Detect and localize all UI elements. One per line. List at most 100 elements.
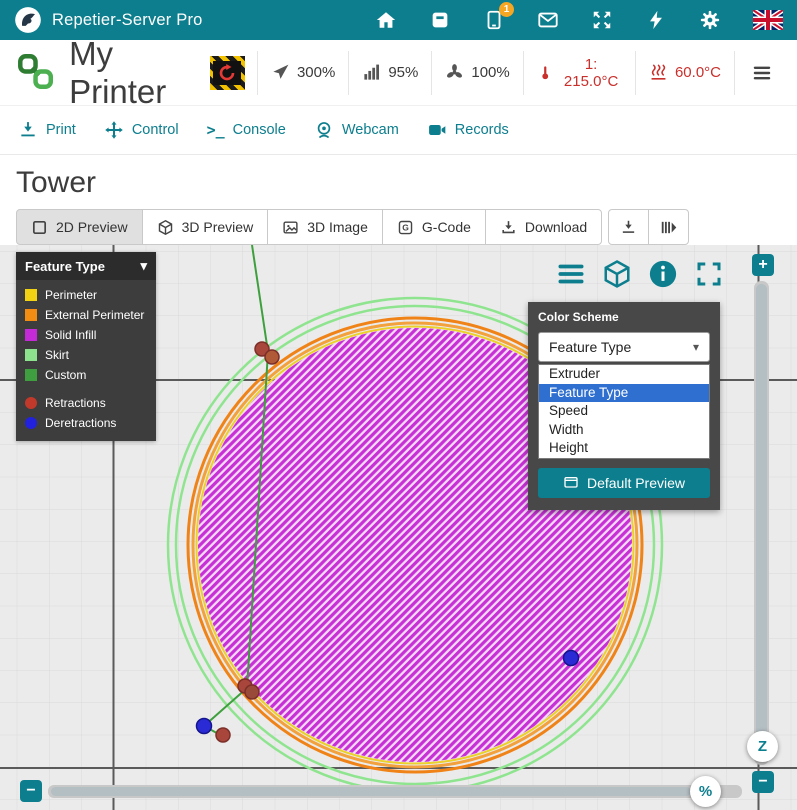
vertical-slider-track[interactable] xyxy=(754,281,769,765)
send-down-icon xyxy=(620,219,637,236)
legend-item-solid-infill[interactable]: Solid Infill xyxy=(16,325,156,345)
console-icon: >_ xyxy=(207,121,225,139)
messages-icon[interactable] xyxy=(537,9,559,31)
printer-link-icon xyxy=(14,50,57,96)
nav-icon-bar: 1 xyxy=(375,9,783,31)
horizontal-slider-track[interactable] xyxy=(48,785,742,798)
horizontal-minus-button[interactable]: − xyxy=(20,780,42,802)
default-preview-label: Default Preview xyxy=(587,475,685,491)
home-icon[interactable] xyxy=(375,9,397,31)
view-3d-preview-button[interactable]: 3D Preview xyxy=(142,209,269,245)
layers-play-icon xyxy=(660,219,677,236)
settings-gear-icon[interactable] xyxy=(699,9,721,31)
notification-badge: 1 xyxy=(499,2,514,17)
view-3d-preview-label: 3D Preview xyxy=(182,219,254,235)
tab-records[interactable]: Records xyxy=(427,120,509,140)
send-to-printer-button[interactable] xyxy=(608,209,649,245)
view-3d-image-button[interactable]: 3D Image xyxy=(267,209,383,245)
fan-icon xyxy=(445,63,464,82)
tab-webcam[interactable]: Webcam xyxy=(314,120,399,140)
view-gcode-label: G-Code xyxy=(422,219,471,235)
legend-label: External Perimeter xyxy=(45,308,144,322)
view-3d-image-label: 3D Image xyxy=(307,219,368,235)
expand-arrows-icon[interactable] xyxy=(591,9,613,31)
option-speed[interactable]: Speed xyxy=(539,402,709,421)
perimeter-swatch xyxy=(25,289,37,301)
legend-title: Feature Type xyxy=(25,259,105,274)
legend-label: Deretractions xyxy=(45,416,116,430)
tab-webcam-label: Webcam xyxy=(342,122,399,138)
checkbox-icon xyxy=(31,219,48,236)
bed-temp-value: 60.0°C xyxy=(675,64,721,81)
legend-item-external-perimeter[interactable]: External Perimeter xyxy=(16,305,156,325)
vertical-slider-handle[interactable] xyxy=(756,284,767,736)
option-height[interactable]: Height xyxy=(539,439,709,458)
printer-icon[interactable] xyxy=(429,9,451,31)
option-feature-type[interactable]: Feature Type xyxy=(539,384,709,403)
tab-console-label: Console xyxy=(233,122,286,138)
printer-name: My Printer xyxy=(69,35,210,111)
fan-value: 100% xyxy=(471,64,509,81)
external-perimeter-swatch xyxy=(25,309,37,321)
extruder-temp-button[interactable]: 1: 215.0°C xyxy=(523,51,635,95)
records-camera-icon xyxy=(427,120,447,140)
legend-panel: Feature Type ▾ Perimeter External Perime… xyxy=(16,252,156,441)
legend-body: Perimeter External Perimeter Solid Infil… xyxy=(16,280,156,441)
legend-item-custom[interactable]: Custom xyxy=(16,365,156,385)
tab-control[interactable]: Control xyxy=(104,120,179,140)
zoom-in-button[interactable]: + xyxy=(752,254,774,276)
percent-mode-button[interactable]: % xyxy=(690,776,721,807)
control-arrows-icon xyxy=(104,120,124,140)
thermometer-icon xyxy=(537,63,554,82)
default-preview-button[interactable]: Default Preview xyxy=(538,468,710,498)
image-icon xyxy=(282,219,299,236)
preview-cube-icon[interactable] xyxy=(602,259,632,289)
info-icon[interactable] xyxy=(648,259,678,289)
legend-item-skirt[interactable]: Skirt xyxy=(16,345,156,365)
devices-icon[interactable]: 1 xyxy=(483,9,505,31)
option-extruder[interactable]: Extruder xyxy=(539,365,709,384)
gcode-icon: G xyxy=(397,219,414,236)
view-2d-preview-button[interactable]: 2D Preview xyxy=(16,209,143,245)
tab-print[interactable]: Print xyxy=(18,120,76,140)
color-scheme-select[interactable]: Feature Type ▾ xyxy=(538,332,710,362)
preview-menu-icon[interactable] xyxy=(556,259,586,289)
tab-print-label: Print xyxy=(46,122,76,138)
z-mode-button[interactable]: Z xyxy=(747,731,778,762)
legend-header[interactable]: Feature Type ▾ xyxy=(16,252,156,280)
page-title: Tower xyxy=(16,165,797,201)
skirt-swatch xyxy=(25,349,37,361)
flow-bars-icon xyxy=(362,63,381,82)
tab-records-label: Records xyxy=(455,122,509,138)
fan-speed-button[interactable]: 100% xyxy=(431,51,522,95)
cube-icon xyxy=(157,219,174,236)
printer-menu-button[interactable] xyxy=(734,51,783,95)
legend-label: Perimeter xyxy=(45,288,97,302)
zoom-out-button[interactable]: − xyxy=(752,771,774,793)
hamburger-icon xyxy=(751,62,773,84)
legend-item-retractions[interactable]: Retractions xyxy=(16,393,156,413)
tab-console[interactable]: >_ Console xyxy=(207,121,286,139)
view-gcode-button[interactable]: G G-Code xyxy=(382,209,486,245)
repetier-logo-icon[interactable] xyxy=(14,6,42,34)
option-width[interactable]: Width xyxy=(539,421,709,440)
flow-multiplier-button[interactable]: 95% xyxy=(348,51,431,95)
fullscreen-icon[interactable] xyxy=(694,259,724,289)
printer-tabs: Print Control >_ Console Webcam Records xyxy=(0,106,797,155)
emergency-stop-button[interactable] xyxy=(210,56,245,90)
speed-multiplier-button[interactable]: 300% xyxy=(257,51,348,95)
legend-item-perimeter[interactable]: Perimeter xyxy=(16,285,156,305)
color-scheme-dropdown: Extruder Feature Type Speed Width Height xyxy=(538,364,710,459)
download-button[interactable]: Download xyxy=(485,209,602,245)
download-label: Download xyxy=(525,219,587,235)
bed-temp-button[interactable]: 60.0°C xyxy=(635,51,734,95)
power-bolt-icon[interactable] xyxy=(645,9,667,31)
webcam-icon xyxy=(314,120,334,140)
legend-label: Skirt xyxy=(45,348,69,362)
layer-play-button[interactable] xyxy=(648,209,689,245)
heated-bed-icon xyxy=(649,63,668,82)
language-flag-icon[interactable] xyxy=(753,10,783,30)
horizontal-slider-handle[interactable] xyxy=(51,787,691,796)
legend-item-deretractions[interactable]: Deretractions xyxy=(16,413,156,433)
extruder-temp-value: 1: 215.0°C xyxy=(560,56,622,90)
